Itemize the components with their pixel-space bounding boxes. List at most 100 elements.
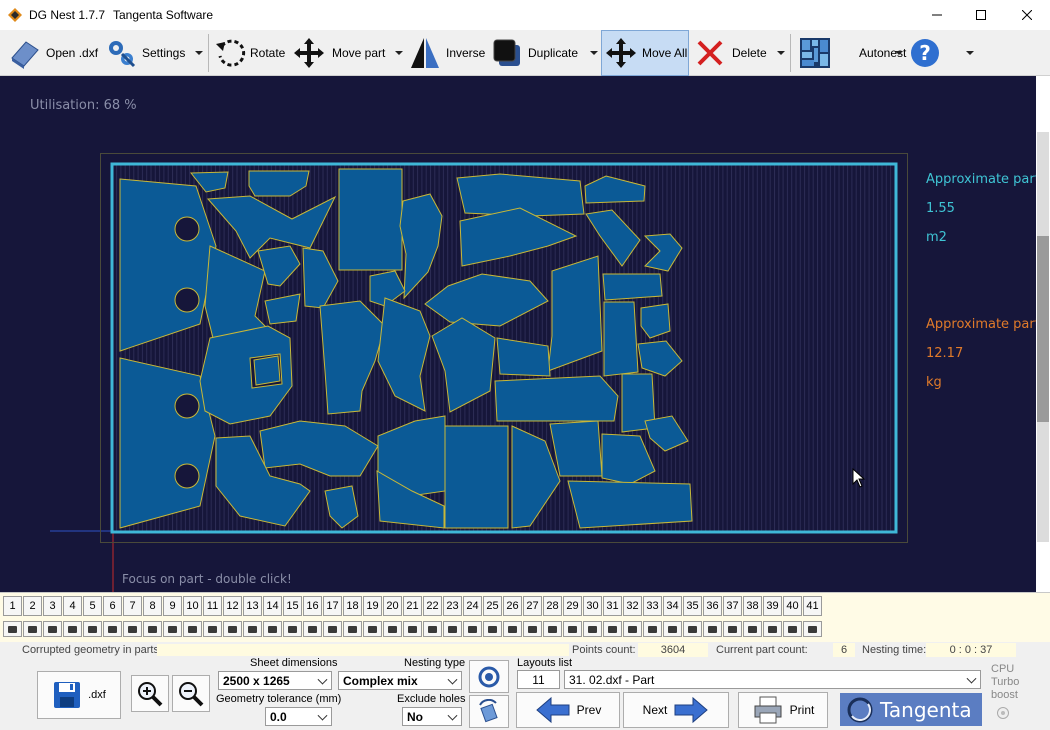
minimize-button[interactable] [914,0,960,30]
layout-tab[interactable]: 41 [803,596,822,616]
help-button[interactable]: ? [909,30,941,76]
layout-preview-icon[interactable] [543,621,562,637]
move-all-button[interactable]: Move All [601,30,689,76]
layout-preview-icon[interactable] [603,621,622,637]
layout-preview-icon[interactable] [183,621,202,637]
layout-tab[interactable]: 38 [743,596,762,616]
inverse-button[interactable]: Inverse [408,30,485,76]
layout-tab[interactable]: 36 [703,596,722,616]
layout-tab[interactable]: 2 [23,596,42,616]
layout-tab[interactable]: 10 [183,596,202,616]
delete-button[interactable]: Delete [694,30,767,76]
rotate-button[interactable]: Rotate [214,30,285,76]
layout-tab[interactable]: 19 [363,596,382,616]
geometry-tolerance-select[interactable]: 0.0 [265,707,332,726]
cpu-turbo-boost-radio[interactable] [997,707,1009,719]
layout-preview-icon[interactable] [563,621,582,637]
tangenta-brand-logo[interactable]: Tangenta [840,693,982,726]
layout-tab[interactable]: 26 [503,596,522,616]
layout-tab[interactable]: 24 [463,596,482,616]
layout-tab[interactable]: 4 [63,596,82,616]
layout-tab[interactable]: 28 [543,596,562,616]
layout-preview-icon[interactable] [363,621,382,637]
layout-preview-icon[interactable] [83,621,102,637]
layout-preview-icon[interactable] [143,621,162,637]
layout-tab[interactable]: 5 [83,596,102,616]
exclude-holes-select[interactable]: No [402,707,462,726]
layout-tab[interactable]: 31 [603,596,622,616]
layout-preview-icon[interactable] [283,621,302,637]
autonest-dropdown-arrow[interactable] [895,51,903,55]
save-dxf-button[interactable]: .dxf [37,671,121,719]
settings-dropdown-arrow[interactable] [195,51,203,55]
layout-tab[interactable]: 16 [303,596,322,616]
layout-tab[interactable]: 21 [403,596,422,616]
layout-preview-icon[interactable] [743,621,762,637]
layout-preview-icon[interactable] [243,621,262,637]
layout-tab[interactable]: 33 [643,596,662,616]
layout-tab[interactable]: 39 [763,596,782,616]
layout-tab[interactable]: 7 [123,596,142,616]
layout-tab[interactable]: 12 [223,596,242,616]
layout-preview-icon[interactable] [343,621,362,637]
refresh-button[interactable] [469,660,509,693]
layout-preview-icon[interactable] [663,621,682,637]
zoom-in-button[interactable] [131,675,169,712]
duplicate-button[interactable]: Duplicate [490,30,578,76]
layout-preview-icon[interactable] [583,621,602,637]
layout-tab[interactable]: 35 [683,596,702,616]
layout-tab[interactable]: 1 [3,596,22,616]
layout-tab[interactable]: 23 [443,596,462,616]
layout-preview-icon[interactable] [643,621,662,637]
layout-preview-icon[interactable] [103,621,122,637]
layout-preview-icon[interactable] [403,621,422,637]
move-part-button[interactable]: Move part [292,30,385,76]
layout-preview-icon[interactable] [483,621,502,637]
duplicate-dropdown-arrow[interactable] [590,51,598,55]
layout-tab[interactable]: 8 [143,596,162,616]
layout-tab[interactable]: 6 [103,596,122,616]
settings-button[interactable]: Settings [104,30,185,76]
layout-tab[interactable]: 37 [723,596,742,616]
open-dxf-button[interactable]: Open .dxf [8,30,98,76]
layout-preview-icon[interactable] [23,621,42,637]
rotate-layout-button[interactable] [469,695,509,728]
layout-preview-icon[interactable] [443,621,462,637]
layout-tab[interactable]: 3 [43,596,62,616]
layout-tab[interactable]: 25 [483,596,502,616]
layout-preview-icon[interactable] [263,621,282,637]
layout-preview-icon[interactable] [223,621,242,637]
layout-tab[interactable]: 27 [523,596,542,616]
layout-tab[interactable]: 14 [263,596,282,616]
layout-preview-icon[interactable] [43,621,62,637]
sheet-layout[interactable] [0,76,1036,592]
layout-preview-icon[interactable] [303,621,322,637]
layout-preview-icon[interactable] [63,621,82,637]
layout-tab[interactable]: 18 [343,596,362,616]
layout-tab[interactable]: 17 [323,596,342,616]
delete-dropdown-arrow[interactable] [777,51,785,55]
layout-preview-icon[interactable] [323,621,342,637]
autonest-button[interactable]: Autonest [798,30,906,76]
print-button[interactable]: Print [738,692,828,728]
layouts-list-index[interactable]: 11 [517,670,560,689]
layout-preview-icon[interactable] [523,621,542,637]
close-button[interactable] [1004,0,1050,30]
zoom-out-button[interactable] [172,675,210,712]
layout-tab[interactable]: 22 [423,596,442,616]
layout-preview-icon[interactable] [203,621,222,637]
prev-button[interactable]: Prev [516,692,620,728]
layout-tab[interactable]: 40 [783,596,802,616]
layout-preview-icon[interactable] [383,621,402,637]
layout-preview-icon[interactable] [763,621,782,637]
sheet-dimensions-select[interactable]: 2500 x 1265 [218,671,332,690]
layout-tab[interactable]: 29 [563,596,582,616]
layout-preview-icon[interactable] [423,621,442,637]
nesting-canvas[interactable]: Utilisation: 68 % Approximate part 1.55 … [0,76,1036,592]
layout-tab[interactable]: 34 [663,596,682,616]
layout-tab[interactable]: 30 [583,596,602,616]
maximize-button[interactable] [958,0,1004,30]
layout-preview-icon[interactable] [623,621,642,637]
layout-preview-icon[interactable] [803,621,822,637]
next-button[interactable]: Next [623,692,729,728]
